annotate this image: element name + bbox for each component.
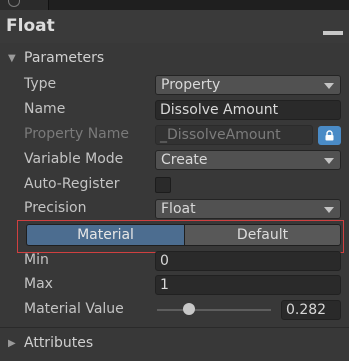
foldout-collapsed-icon: ▶ [8, 338, 16, 349]
parameters-header: Parameters [24, 50, 105, 66]
property-name-input: _DissolveAmount [155, 125, 313, 145]
precision-dropdown[interactable]: Float [155, 199, 341, 219]
default-toggle-button[interactable]: Default [184, 224, 341, 246]
material-value-slider-thumb[interactable] [183, 303, 195, 315]
section-divider [0, 327, 349, 328]
precision-value: Float [161, 201, 196, 217]
node-title: Float [6, 16, 55, 36]
chevron-down-icon [324, 83, 334, 89]
property-name-value: _DissolveAmount [160, 127, 281, 143]
node-title-bar: Float [0, 10, 349, 43]
name-value: Dissolve Amount [160, 102, 279, 118]
material-value-label: Material Value [24, 301, 124, 317]
window-top-strip [0, 0, 349, 10]
property-name-row: Property Name _DissolveAmount [0, 123, 349, 147]
chevron-down-icon [324, 158, 334, 164]
min-label: Min [24, 252, 49, 268]
variable-mode-label: Variable Mode [24, 151, 124, 167]
material-toggle-button[interactable]: Material [26, 224, 185, 246]
parameters-foldout[interactable]: ▼ Parameters [0, 47, 349, 71]
max-value: 1 [160, 277, 169, 293]
auto-register-row: Auto-Register [0, 173, 349, 197]
type-row: Type Property [0, 73, 349, 97]
minimize-icon[interactable] [323, 31, 343, 35]
type-value: Property [161, 77, 221, 93]
window-tab[interactable] [0, 0, 49, 10]
name-row: Name Dissolve Amount [0, 98, 349, 122]
name-input[interactable]: Dissolve Amount [155, 100, 341, 120]
lock-button[interactable] [318, 126, 341, 145]
property-name-label: Property Name [24, 126, 129, 142]
name-label: Name [24, 101, 66, 117]
auto-register-checkbox[interactable] [155, 177, 171, 193]
attributes-foldout[interactable]: ▶ Attributes [0, 332, 349, 356]
auto-register-label: Auto-Register [24, 176, 120, 192]
material-value-input[interactable]: 0.282 [281, 300, 341, 320]
precision-label: Precision [24, 200, 87, 216]
type-dropdown[interactable]: Property [155, 75, 341, 95]
min-input[interactable]: 0 [155, 251, 341, 271]
material-value-slider-track[interactable] [157, 309, 271, 311]
max-input[interactable]: 1 [155, 275, 341, 295]
min-value: 0 [160, 253, 169, 269]
variable-mode-row: Variable Mode Create [0, 148, 349, 172]
foldout-expanded-icon: ▼ [8, 53, 16, 64]
material-value-value: 0.282 [286, 302, 327, 318]
attributes-header: Attributes [24, 335, 94, 351]
variable-mode-dropdown[interactable]: Create [155, 150, 341, 170]
type-label: Type [24, 76, 57, 92]
chevron-down-icon [324, 207, 334, 213]
max-row: Max 1 [0, 273, 349, 297]
variable-mode-value: Create [161, 152, 208, 168]
precision-row: Precision Float [0, 197, 349, 221]
material-value-row: Material Value 0.282 [0, 298, 349, 322]
lock-icon [325, 130, 334, 141]
tab-icon [8, 0, 20, 7]
max-label: Max [24, 276, 53, 292]
min-row: Min 0 [0, 249, 349, 273]
